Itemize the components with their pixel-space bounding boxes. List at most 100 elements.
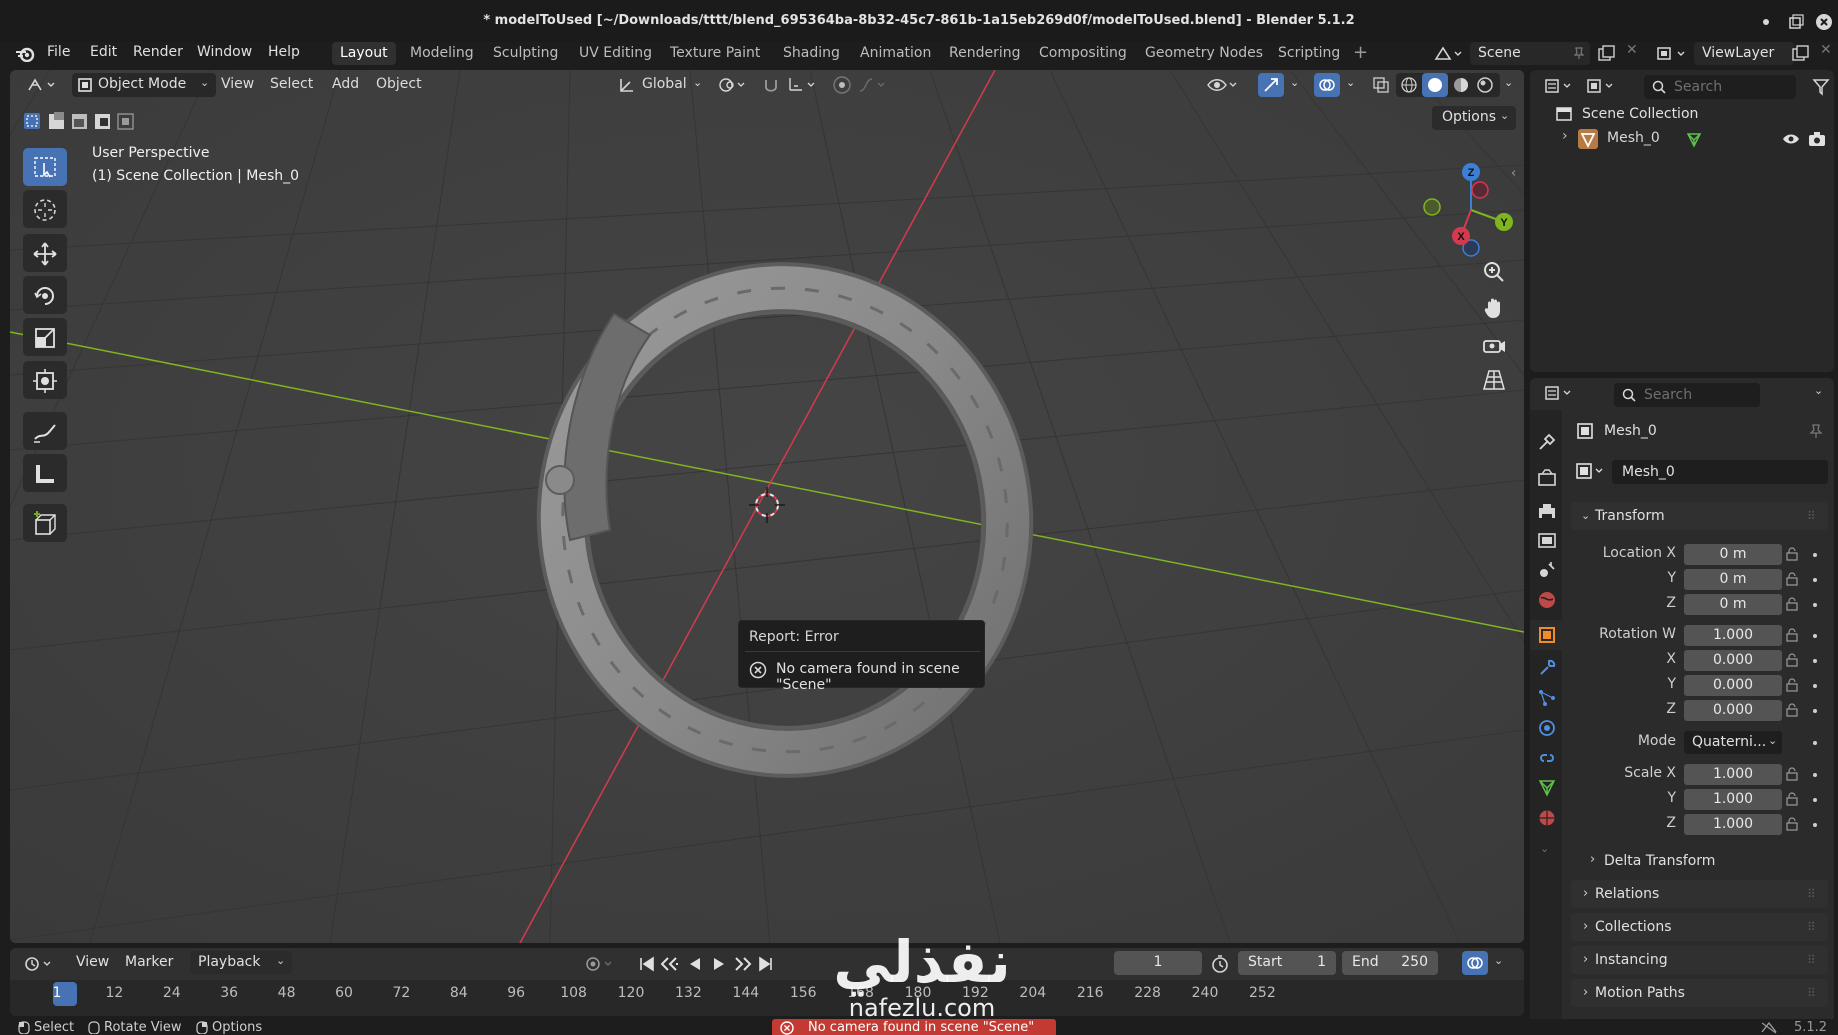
rotation-y-field[interactable]: 0.000 [1684, 675, 1782, 696]
constraints-tab-icon[interactable] [1537, 748, 1557, 768]
keyframe-dot-icon[interactable] [1813, 773, 1817, 777]
drag-handle-icon[interactable]: ⠿ [1807, 979, 1816, 1007]
keyframe-dot-icon[interactable] [1813, 684, 1817, 688]
camera-view-icon[interactable] [1482, 334, 1506, 358]
location-y-field[interactable]: 0 m [1684, 569, 1782, 590]
new-viewlayer-icon[interactable] [1792, 45, 1810, 61]
add-cube-tool[interactable] [23, 504, 67, 542]
keyframe-dot-icon[interactable] [1813, 709, 1817, 713]
output-tab-icon[interactable] [1537, 502, 1557, 522]
tab-modeling[interactable]: Modeling [402, 42, 482, 65]
chevron-down-icon[interactable]: ⌄ [1540, 842, 1549, 855]
start-frame-field[interactable]: Start 1 [1238, 951, 1336, 975]
eye-visibility-icon[interactable] [1782, 132, 1800, 146]
rendered-shading-icon[interactable] [1476, 76, 1494, 94]
transform-tool[interactable] [23, 361, 67, 399]
physics-tab-icon[interactable] [1537, 718, 1557, 738]
menu-help[interactable]: Help [268, 44, 300, 60]
chevron-down-icon[interactable]: ⌄ [1814, 384, 1823, 397]
perspective-toggle-icon[interactable] [1482, 368, 1506, 392]
chevron-down-icon[interactable]: ⌄ [1494, 954, 1503, 967]
pin-icon[interactable] [1808, 423, 1824, 439]
keyframe-dot-icon[interactable] [1813, 823, 1817, 827]
wireframe-shading-icon[interactable] [1400, 76, 1418, 94]
tab-uv-editing[interactable]: UV Editing [571, 42, 660, 65]
auto-keying-icon[interactable] [586, 956, 616, 972]
falloff-icon[interactable] [858, 76, 888, 94]
menu-file[interactable]: File [47, 44, 70, 60]
tab-geometry-nodes[interactable]: Geometry Nodes [1137, 42, 1271, 65]
chevron-down-icon[interactable]: ⌄ [1346, 76, 1355, 89]
scale-tool[interactable] [23, 318, 67, 356]
expand-chevron-icon[interactable]: › [1562, 128, 1568, 144]
menu-render[interactable]: Render [133, 44, 183, 60]
drag-handle-icon[interactable]: ⠿ [1807, 913, 1816, 941]
world-tab-icon[interactable] [1537, 590, 1557, 610]
keyframe-dot-icon[interactable] [1813, 659, 1817, 663]
scale-y-field[interactable]: 1.000 [1684, 789, 1782, 810]
location-x-field[interactable]: 0 m [1684, 544, 1782, 565]
overlays-toggle-button[interactable] [1314, 73, 1340, 97]
lock-icon[interactable] [1786, 572, 1798, 586]
snap-target-icon[interactable] [788, 76, 818, 94]
chevron-down-icon[interactable]: ⌄ [1290, 76, 1299, 89]
viewport-menu-add[interactable]: Add [332, 76, 359, 92]
zoom-icon[interactable] [1482, 260, 1506, 284]
rotation-mode-dropdown[interactable]: Quaterni... ⌄ [1684, 731, 1782, 754]
delta-transform-subpanel[interactable]: › Delta Transform [1586, 850, 1826, 874]
lock-icon[interactable] [1786, 628, 1798, 642]
chevron-down-icon[interactable]: ⌄ [1504, 76, 1513, 89]
object-name-field[interactable]: Mesh_0 [1612, 460, 1828, 484]
blender-logo-icon[interactable] [14, 46, 38, 62]
keyframe-dot-icon[interactable] [1813, 634, 1817, 638]
scene-tab-icon[interactable] [1537, 560, 1557, 580]
new-scene-icon[interactable] [1598, 45, 1616, 61]
add-workspace-button[interactable]: + [1353, 42, 1368, 63]
measure-tool[interactable] [23, 454, 67, 492]
tab-animation[interactable]: Animation [852, 42, 939, 65]
remove-scene-icon[interactable]: ✕ [1626, 42, 1638, 58]
keyframe-dot-icon[interactable] [1813, 798, 1817, 802]
minimize-icon[interactable] [1758, 14, 1774, 30]
rotation-x-field[interactable]: 0.000 [1684, 650, 1782, 671]
solid-shading-button[interactable] [1422, 73, 1448, 97]
material-tab-icon[interactable] [1537, 808, 1557, 828]
maximize-icon[interactable] [1788, 14, 1804, 30]
transform-orientation-icon[interactable] [618, 76, 636, 94]
timeline-editor-type-icon[interactable] [24, 955, 56, 973]
lock-icon[interactable] [1786, 597, 1798, 611]
lock-icon[interactable] [1786, 817, 1798, 831]
viewlayer-name-field[interactable]: ViewLayer [1694, 42, 1794, 65]
lock-icon[interactable] [1786, 547, 1798, 561]
tab-scripting[interactable]: Scripting [1270, 42, 1348, 65]
particles-tab-icon[interactable] [1537, 688, 1557, 708]
rotation-w-field[interactable]: 1.000 [1684, 625, 1782, 646]
viewport-options-dropdown[interactable]: Options ⌄ [1432, 106, 1516, 130]
scene-selector-icon[interactable] [1434, 45, 1464, 63]
outliner-item-mesh[interactable]: Mesh_0 [1607, 130, 1660, 146]
status-error-banner[interactable]: No camera found in scene "Scene" [772, 1019, 1056, 1035]
lock-icon[interactable] [1786, 653, 1798, 667]
transform-panel-header[interactable]: ⌄ Transform ⠿ [1571, 502, 1828, 530]
rotation-z-field[interactable]: 0.000 [1684, 700, 1782, 721]
modifier-tab-icon[interactable] [1537, 658, 1557, 678]
rotate-tool[interactable] [23, 276, 67, 314]
properties-search-input[interactable]: Search [1614, 383, 1760, 407]
move-tool[interactable] [23, 234, 67, 272]
remove-viewlayer-icon[interactable]: ✕ [1820, 42, 1832, 58]
object-mode-dropdown[interactable]: Object Mode ⌄ [72, 73, 216, 97]
menu-window[interactable]: Window [197, 44, 252, 60]
keyframe-dot-icon[interactable] [1813, 741, 1817, 745]
timeline-menu-marker[interactable]: Marker [125, 954, 173, 970]
scale-x-field[interactable]: 1.000 [1684, 764, 1782, 785]
relations-panel-header[interactable]: › Relations ⠿ [1571, 880, 1828, 908]
select-box-tool[interactable] [23, 148, 67, 186]
proportional-edit-icon[interactable] [832, 75, 852, 95]
keyframe-dot-icon[interactable] [1813, 578, 1817, 582]
stopwatch-icon[interactable] [1210, 954, 1230, 974]
annotate-tool[interactable] [23, 412, 67, 450]
pivot-point-icon[interactable] [718, 76, 746, 94]
end-frame-field[interactable]: End 250 [1342, 951, 1438, 975]
playback-controls[interactable] [638, 955, 798, 973]
object-browse-icon[interactable] [1576, 462, 1606, 480]
